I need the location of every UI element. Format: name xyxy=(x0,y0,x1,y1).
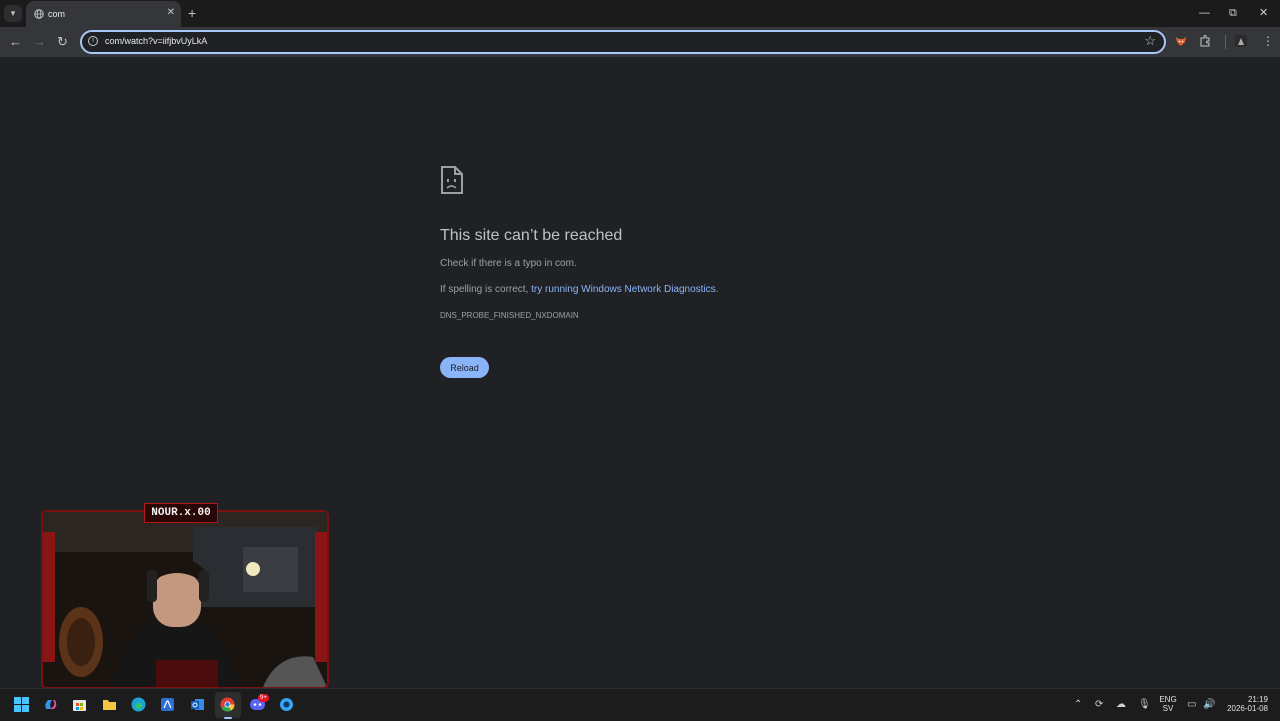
clock-time: 21:19 xyxy=(1247,695,1268,704)
running-indicator xyxy=(224,717,232,719)
webcam-frame xyxy=(41,510,329,689)
bookmark-star-button[interactable]: ☆ xyxy=(1144,33,1156,49)
diagnostics-suffix: . xyxy=(715,284,719,295)
copilot-icon[interactable] xyxy=(43,697,58,712)
address-bar[interactable]: i com/watch?v=iifjbvUyLkA ☆ xyxy=(80,30,1166,54)
discord-notification-badge: 9+ xyxy=(258,694,269,702)
error-code: DNS_PROBE_FINISHED_NXDOMAIN xyxy=(440,311,579,320)
sync-icon[interactable]: ⟳ xyxy=(1095,699,1103,711)
page-title: This site can’t be reached xyxy=(440,227,623,244)
diagnostics-hint: If spelling is correct, try running Wind… xyxy=(440,284,718,295)
volume-icon[interactable]: 🔊 xyxy=(1203,699,1215,711)
chrome-icon[interactable] xyxy=(220,697,235,712)
sad-document-icon xyxy=(441,166,463,194)
cloud-icon[interactable]: ☁ xyxy=(1116,699,1126,711)
webcam-overlay: NOUR.x.00 xyxy=(41,503,329,689)
input-language-indicator[interactable]: ENG SV xyxy=(1156,695,1180,713)
window-close-button[interactable]: ✕ xyxy=(1259,6,1268,20)
reload-page-button[interactable]: ↻ xyxy=(57,34,68,50)
address-bar-url[interactable]: com/watch?v=iifjbvUyLkA xyxy=(105,36,207,46)
forward-button[interactable]: → xyxy=(33,34,46,50)
browser-toolbar: ← → ↻ i com/watch?v=iifjbvUyLkA ☆ ⋮ xyxy=(0,27,1280,57)
three-dots-icon[interactable]: ⋮ xyxy=(1262,34,1274,48)
store-icon[interactable] xyxy=(72,697,87,712)
outlook-icon[interactable] xyxy=(190,697,205,712)
profile-avatar[interactable] xyxy=(1235,35,1247,47)
tab-active[interactable]: com ✕ xyxy=(26,1,181,27)
edge-icon[interactable] xyxy=(131,697,146,712)
webcam-video xyxy=(43,512,327,687)
clock[interactable]: 21:19 2026-01-08 xyxy=(1222,695,1268,713)
globe-icon xyxy=(34,9,44,19)
file-explorer-icon[interactable] xyxy=(102,697,117,712)
tab-title: com xyxy=(48,9,66,19)
tab-search-button[interactable]: ▾ xyxy=(4,5,22,22)
toolbar-divider xyxy=(1225,35,1226,49)
chevron-up-icon[interactable]: ⌃ xyxy=(1074,699,1082,711)
taskbar: 9+ ⌃ ⟳ ☁ 🎙 ENG SV ▭ 🔊 21:19 2026-01-08 xyxy=(0,688,1280,721)
minimize-button[interactable]: — xyxy=(1199,6,1210,20)
typo-hint: Check if there is a typo in com. xyxy=(440,258,577,269)
network-diagnostics-link[interactable]: try running Windows Network Diagnostics xyxy=(531,284,716,295)
mail-app-icon[interactable] xyxy=(160,697,175,712)
streamer-name-badge: NOUR.x.00 xyxy=(144,503,218,523)
new-tab-button[interactable]: + xyxy=(188,5,196,21)
display-icon[interactable]: ▭ xyxy=(1187,699,1196,711)
reload-button[interactable]: Reload xyxy=(440,357,489,378)
search-app-icon[interactable] xyxy=(279,697,294,712)
info-icon[interactable]: i xyxy=(88,36,98,46)
tab-close-button[interactable]: ✕ xyxy=(167,8,175,18)
extension-fox-icon[interactable] xyxy=(1175,35,1187,47)
clock-date: 2026-01-08 xyxy=(1227,704,1268,713)
chevron-down-icon: ▾ xyxy=(10,8,16,18)
tab-strip: ▾ com ✕ + — ⧉ ✕ xyxy=(0,0,1280,27)
back-button[interactable]: ← xyxy=(9,34,22,50)
language-primary: ENG xyxy=(1159,695,1177,704)
language-secondary: SV xyxy=(1162,704,1174,713)
diagnostics-prefix: If spelling is correct, xyxy=(440,284,532,295)
restore-button[interactable]: ⧉ xyxy=(1229,6,1237,20)
windows-start-icon[interactable] xyxy=(14,697,29,712)
microphone-icon[interactable]: 🎙 xyxy=(1138,699,1151,711)
puzzle-icon[interactable] xyxy=(1199,35,1211,47)
